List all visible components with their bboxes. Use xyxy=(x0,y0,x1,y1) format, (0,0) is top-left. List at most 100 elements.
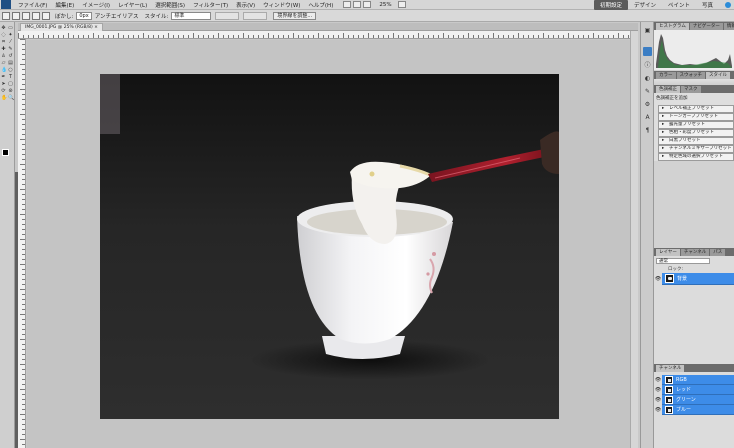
menu-view[interactable]: 表示(V) xyxy=(232,1,259,9)
magic-wand-tool-icon[interactable]: ✦ xyxy=(8,33,13,38)
tab-navigator[interactable]: ナビゲーター xyxy=(689,23,723,30)
tab-paths[interactable]: パス xyxy=(710,249,726,256)
menu-file[interactable]: ファイル(F) xyxy=(14,1,51,9)
tab-styles[interactable]: スタイル xyxy=(706,72,730,79)
tab-masks[interactable]: マスク xyxy=(681,86,701,93)
workspace-essentials[interactable]: 初期設定 xyxy=(593,0,628,10)
gradient-tool-icon[interactable]: ▤ xyxy=(8,61,13,66)
channel-visibility-eye-icon[interactable]: 👁 xyxy=(654,394,662,405)
tab-color[interactable]: カラー xyxy=(656,72,676,79)
history-brush-tool-icon[interactable]: ↺ xyxy=(8,54,13,59)
hand-tool-icon[interactable]: ✋ xyxy=(1,96,7,101)
workspace-painting[interactable]: ペイント xyxy=(662,0,696,10)
clone-source-icon[interactable]: ⚙ xyxy=(643,100,652,109)
tab-channels[interactable]: チャンネル xyxy=(680,249,710,256)
refine-edge-button[interactable]: 境界線を調整... xyxy=(273,11,317,20)
type-tool-icon[interactable]: T xyxy=(8,75,13,80)
style-select[interactable]: 標準 xyxy=(171,11,212,20)
preset-levels[interactable]: レベル補正プリセット xyxy=(658,105,734,113)
channel-visibility-eye-icon[interactable]: 👁 xyxy=(654,384,662,395)
tab-info[interactable]: 情報 xyxy=(723,23,734,30)
preset-selective-color[interactable]: 特定色域の選択プリセット xyxy=(658,153,734,161)
histogram-icon[interactable] xyxy=(643,47,652,56)
arrange-documents-icon[interactable] xyxy=(397,1,406,8)
menu-edit[interactable]: 編集(E) xyxy=(51,1,78,9)
shape-tool-icon[interactable]: ▢ xyxy=(8,82,13,87)
channel-row[interactable]: 👁 ブルー xyxy=(654,404,734,415)
menu-filter[interactable]: フィルター(T) xyxy=(189,1,232,9)
blend-mode-select[interactable]: 通常 xyxy=(656,258,710,264)
workspace-switcher: 初期設定 デザイン ペイント 写真 xyxy=(593,0,734,10)
info-icon[interactable]: ⓘ xyxy=(643,61,652,70)
dodge-tool-icon[interactable]: ○ xyxy=(8,68,13,73)
canvas-scrollbar[interactable] xyxy=(630,31,638,448)
hand-tool-icon[interactable] xyxy=(363,1,372,8)
layer-row[interactable]: 👁 背景 xyxy=(654,272,734,285)
menu-help[interactable]: ヘルプ(H) xyxy=(304,1,337,9)
channel-row[interactable]: 👁 グリーン xyxy=(654,394,734,405)
character-icon[interactable]: A xyxy=(643,113,652,122)
foreground-color-swatch[interactable] xyxy=(2,149,9,156)
tab-swatches[interactable]: スウォッチ xyxy=(676,72,705,79)
path-select-tool-icon[interactable]: ➤ xyxy=(1,82,6,87)
add-selection-icon[interactable] xyxy=(22,11,30,20)
tab-layers[interactable]: レイヤー xyxy=(656,249,680,256)
healing-tool-icon[interactable]: ✚ xyxy=(1,47,6,52)
antialias-checkbox[interactable]: アンチエイリアス xyxy=(95,12,139,20)
bridge-icon[interactable] xyxy=(343,1,352,8)
menu-select[interactable]: 選択範囲(S) xyxy=(151,1,189,9)
horizontal-ruler[interactable] xyxy=(18,31,638,39)
zoom-level[interactable]: 25% xyxy=(373,2,397,8)
zoom-tool-icon[interactable]: 🔍 xyxy=(8,96,14,101)
ruler-tick xyxy=(22,349,25,350)
feather-input[interactable]: 0px xyxy=(76,11,92,20)
width-input[interactable] xyxy=(215,11,240,20)
3d-rotate-tool-icon[interactable]: ⟳ xyxy=(1,89,6,94)
channel-visibility-eye-icon[interactable]: 👁 xyxy=(654,374,662,385)
brush-panel-icon[interactable]: ✎ xyxy=(643,87,652,96)
crop-tool-icon[interactable]: ⌗ xyxy=(1,40,6,45)
layer-visibility-eye-icon[interactable]: 👁 xyxy=(654,272,662,285)
preset-exposure[interactable]: 露光量プリセット xyxy=(658,121,734,129)
intersect-selection-icon[interactable] xyxy=(42,11,50,20)
cs-live-icon[interactable] xyxy=(725,1,731,8)
tool-preset-icon[interactable] xyxy=(2,11,10,20)
document-image[interactable] xyxy=(100,74,559,419)
marquee-tool-icon[interactable]: ▭ xyxy=(8,26,13,31)
height-input[interactable] xyxy=(243,11,268,20)
preset-channel-mixer[interactable]: チャンネルミキサープリセット xyxy=(658,145,734,153)
tab-histogram[interactable]: ヒストグラム xyxy=(656,23,689,30)
tool-presets-icon[interactable]: ▣ xyxy=(643,26,652,35)
channel-row[interactable]: 👁 レッド xyxy=(654,384,734,395)
menu-layer[interactable]: レイヤー(L) xyxy=(114,1,151,9)
tab-adjustments[interactable]: 色調補正 xyxy=(656,86,680,93)
blur-tool-icon[interactable]: 💧 xyxy=(1,68,7,73)
tab-channels-lower[interactable]: チャンネル xyxy=(656,365,685,372)
brush-tool-icon[interactable]: ✎ xyxy=(8,47,13,52)
pen-tool-icon[interactable]: ✒ xyxy=(1,75,6,80)
channel-row[interactable]: 👁 RGB xyxy=(654,374,734,385)
workspace-design[interactable]: デザイン xyxy=(628,0,662,10)
menu-window[interactable]: ウィンドウ(W) xyxy=(259,1,304,9)
new-selection-icon[interactable] xyxy=(12,11,20,20)
move-tool-icon[interactable]: ✥ xyxy=(1,26,6,31)
stamp-tool-icon[interactable]: ♙ xyxy=(1,54,6,59)
ruler-tick xyxy=(22,199,25,200)
ruler-tick xyxy=(433,35,434,38)
channel-visibility-eye-icon[interactable]: 👁 xyxy=(654,404,662,415)
3d-camera-tool-icon[interactable]: ⊛ xyxy=(8,89,13,94)
mini-bridge-icon[interactable] xyxy=(353,1,362,8)
lasso-tool-icon[interactable]: ◌ xyxy=(1,33,6,38)
subtract-selection-icon[interactable] xyxy=(32,11,40,20)
workspace-photography[interactable]: 写真 xyxy=(696,0,719,10)
document-tab[interactable]: IMG_0001.JPG @ 25% (RGB/8) × xyxy=(20,23,103,31)
paragraph-icon[interactable]: ¶ xyxy=(643,126,652,135)
eyedropper-tool-icon[interactable]: ⁄ xyxy=(8,40,13,45)
vertical-ruler[interactable] xyxy=(18,39,26,448)
preset-black-white[interactable]: 白黒プリセット xyxy=(658,137,734,145)
preset-hue-saturation[interactable]: 色相・彩度プリセット xyxy=(658,129,734,137)
eraser-tool-icon[interactable]: ▱ xyxy=(1,61,6,66)
color-icon[interactable]: ◐ xyxy=(643,74,652,83)
preset-curves[interactable]: トーンカーブプリセット xyxy=(658,113,734,121)
menu-image[interactable]: イメージ(I) xyxy=(78,1,114,9)
